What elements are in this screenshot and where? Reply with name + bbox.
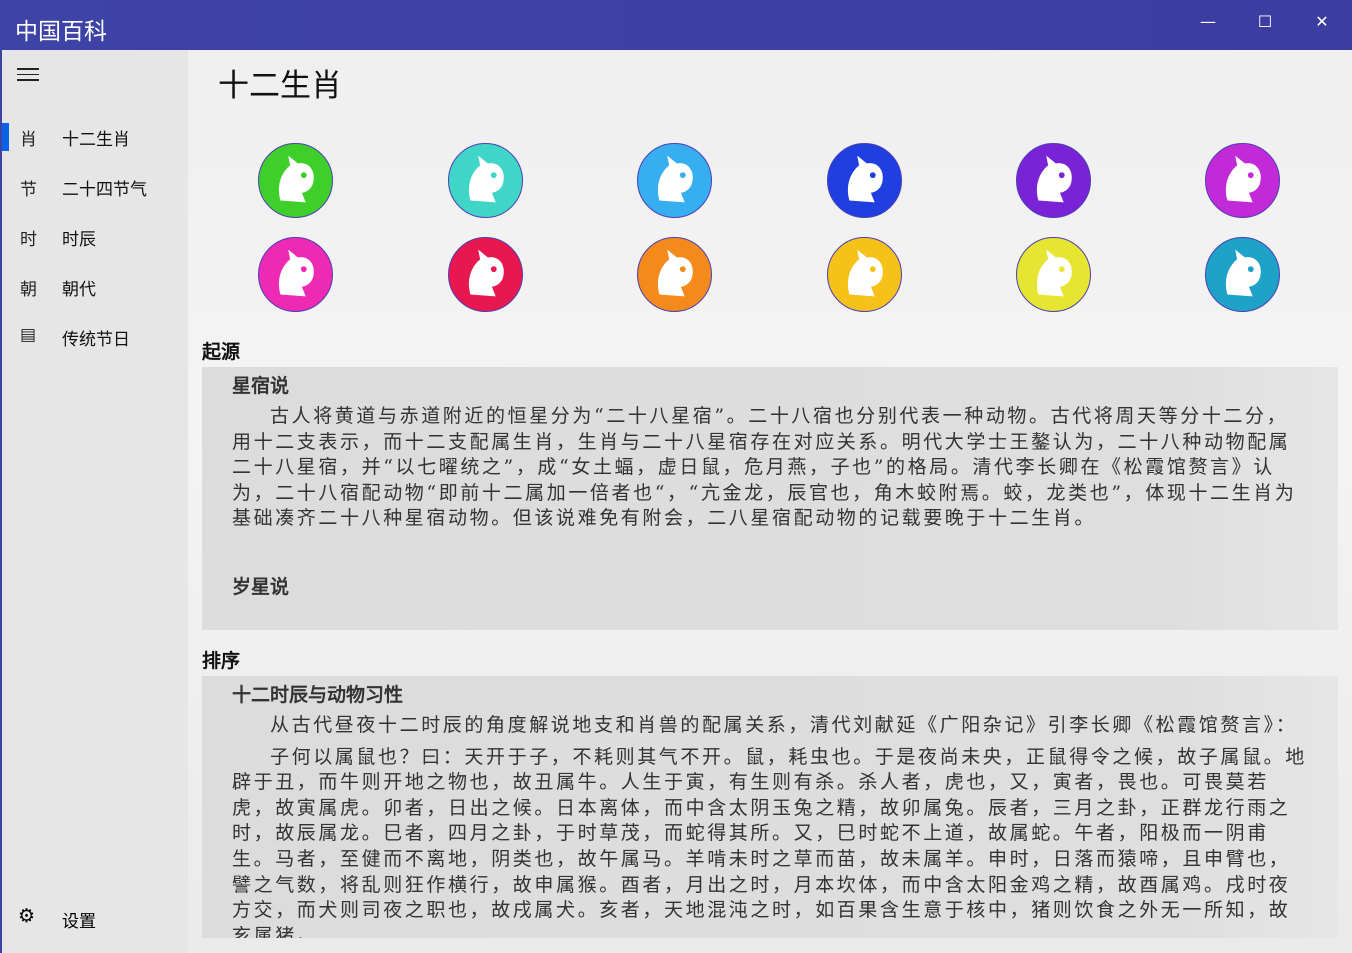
sidebar-item-label: 朝代 xyxy=(62,280,96,300)
zodiac-rooster-icon[interactable] xyxy=(827,237,902,312)
calendar-icon: ▤ xyxy=(20,325,37,345)
zodiac-monkey-icon[interactable] xyxy=(637,237,712,312)
zodiac-snake-icon[interactable] xyxy=(1205,143,1280,218)
subsection-heading: 岁星说 xyxy=(232,575,290,598)
main-content: 十二生肖 起源 星宿说 古人将黄道与赤道附近的恒星分为“二十八星宿”。二十八宿也… xyxy=(188,50,1352,953)
page-title: 十二生肖 xyxy=(218,68,342,104)
sidebar-item-label: 时辰 xyxy=(62,230,96,250)
section-title-origin: 起源 xyxy=(202,341,241,363)
subsection-heading: 星宿说 xyxy=(232,375,290,397)
paragraph: 子何以属鼠也？曰：天开于子，不耗则其气不开。鼠，耗虫也。于是夜尚未央，正鼠得令之… xyxy=(232,745,1307,938)
paragraph: 从古代昼夜十二时辰的角度解说地支和肖兽的配属关系，清代刘献延《广阳杂记》引李长卿… xyxy=(270,714,1298,736)
zodiac-rabbit-icon[interactable] xyxy=(827,143,902,218)
sidebar-item-label: 二十四节气 xyxy=(62,180,147,200)
gear-icon: ⚙ xyxy=(18,905,36,927)
zodiac-icon: 肖 xyxy=(20,130,37,150)
hamburger-menu-icon[interactable] xyxy=(17,68,39,84)
shichen-icon: 时 xyxy=(20,230,37,250)
zodiac-rat-icon[interactable] xyxy=(258,143,333,218)
zodiac-horse-icon[interactable] xyxy=(258,237,333,312)
sidebar-item-festivals[interactable]: ▤ 传统节日 xyxy=(2,317,188,357)
app-title: 中国百科 xyxy=(15,19,107,45)
section-title-order: 排序 xyxy=(202,650,241,672)
sidebar-item-dynasties[interactable]: 朝 朝代 xyxy=(2,267,188,307)
minimize-button[interactable]: — xyxy=(1188,8,1228,36)
zodiac-tiger-icon[interactable] xyxy=(637,143,712,218)
paragraph: 古人将黄道与赤道附近的恒星分为“二十八星宿”。二十八宿也分别代表一种动物。古代将… xyxy=(232,405,1297,530)
sidebar-item-zodiac[interactable]: 肖 十二生肖 xyxy=(2,117,188,157)
sidebar-item-label: 传统节日 xyxy=(62,330,130,350)
dynasty-icon: 朝 xyxy=(20,280,37,300)
settings-label: 设置 xyxy=(62,912,96,932)
zodiac-goat-icon[interactable] xyxy=(448,237,523,312)
sidebar-item-shichen[interactable]: 时 时辰 xyxy=(2,217,188,257)
maximize-button[interactable]: ☐ xyxy=(1245,8,1285,36)
close-button[interactable]: ✕ xyxy=(1302,8,1342,36)
zodiac-dragon-icon[interactable] xyxy=(1016,143,1091,218)
zodiac-pig-icon[interactable] xyxy=(1016,237,1091,312)
sidebar: 肖 十二生肖 节 二十四节气 时 时辰 朝 朝代 ▤ 传统节日 ⚙ 设置 xyxy=(0,50,188,953)
sidebar-item-solar-terms[interactable]: 节 二十四节气 xyxy=(2,167,188,207)
zodiac-ox-icon[interactable] xyxy=(448,143,523,218)
subsection-heading: 十二时辰与动物习性 xyxy=(232,684,404,706)
sidebar-item-label: 十二生肖 xyxy=(62,130,130,150)
solar-terms-icon: 节 xyxy=(20,180,37,200)
title-bar: 中国百科 — ☐ ✕ xyxy=(0,0,1352,50)
zodiac-dog-icon[interactable] xyxy=(1205,237,1280,312)
origin-content: 星宿说 古人将黄道与赤道附近的恒星分为“二十八星宿”。二十八宿也分别代表一种动物… xyxy=(202,367,1338,630)
order-content[interactable]: 十二时辰与动物习性 从古代昼夜十二时辰的角度解说地支和肖兽的配属关系，清代刘献延… xyxy=(202,676,1338,938)
